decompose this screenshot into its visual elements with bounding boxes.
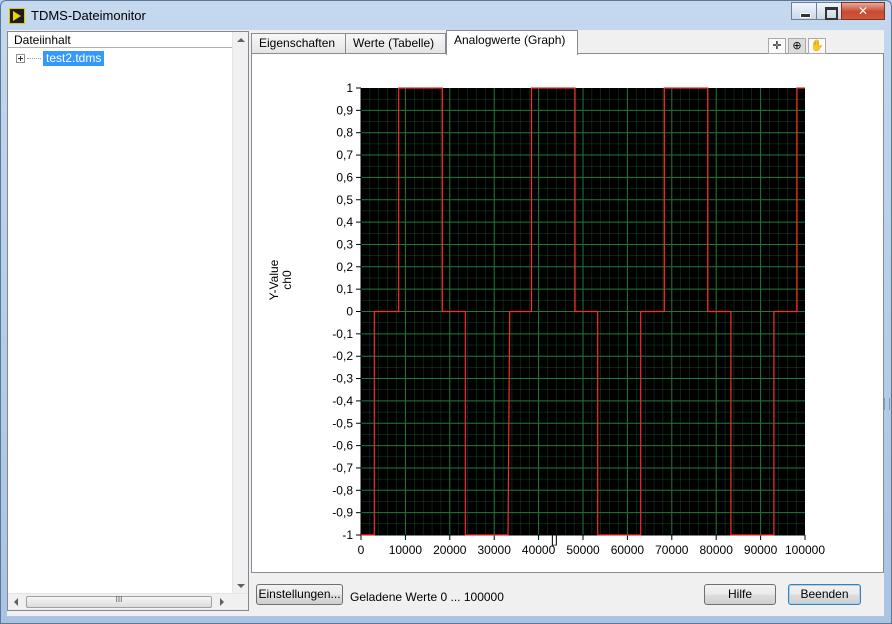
y-tick-label: 0,6	[336, 170, 353, 184]
x-tick-label: 20000	[433, 543, 467, 557]
y-tick-label: -0,4	[332, 394, 353, 408]
tab-analogwerte-graph[interactable]: Analogwerte (Graph)	[446, 30, 578, 55]
x-tick-label: 100000	[785, 543, 825, 557]
window-resize-grip[interactable]	[884, 398, 890, 410]
y-tick-label: -0,8	[332, 483, 353, 497]
y-tick-label: -0,9	[332, 506, 353, 520]
waveform-graph[interactable]: 1 0,9 0,8 0,7 0,6 0,5 0,4 0,3 0,2 0,1 0 -0,1 -0,2 -0,…	[0, 0, 892, 624]
y-tick-label: 0,8	[336, 126, 353, 140]
y-tick-label: -0,5	[332, 416, 353, 430]
y-tick-label: 0,4	[336, 215, 353, 229]
y-tick-label: -0,1	[332, 327, 353, 341]
y-tick-label: 0,1	[336, 282, 353, 296]
x-tick-label: 30000	[478, 543, 512, 557]
x-tick-label: 40000	[522, 543, 556, 557]
y-tick-label: 0,5	[336, 193, 353, 207]
x-tick-label: 90000	[744, 543, 778, 557]
y-tick-label: -0,6	[332, 439, 353, 453]
y-tick-label: 1	[346, 81, 353, 95]
x-tick-label: 0	[358, 543, 365, 557]
y-tick-label: 0,3	[336, 237, 353, 251]
x-tick-label: 70000	[655, 543, 689, 557]
y-tick-label: 0,7	[336, 148, 353, 162]
y-tick-label: -0,3	[332, 372, 353, 386]
x-tick-label: 80000	[700, 543, 734, 557]
y-tick-label: -0,7	[332, 461, 353, 475]
x-tick-label: 50000	[566, 543, 600, 557]
x-tick-label: 10000	[389, 543, 423, 557]
y-tick-label: 0	[346, 305, 353, 319]
y-tick-label: 0,9	[336, 103, 353, 117]
y-tick-label: 0,2	[336, 260, 353, 274]
y-tick-label: -1	[342, 528, 353, 542]
y-tick-label: -0,2	[332, 349, 353, 363]
x-tick-label: 60000	[611, 543, 645, 557]
